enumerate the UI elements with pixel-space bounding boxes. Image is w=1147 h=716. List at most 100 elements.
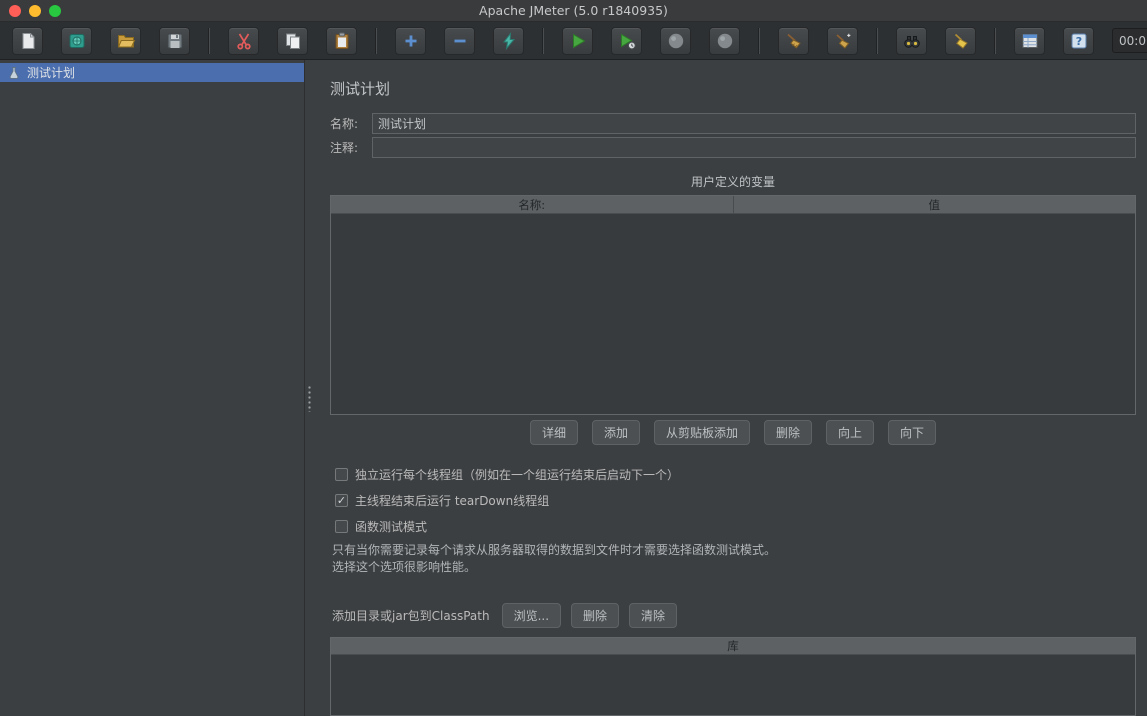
cut-button[interactable] <box>228 26 259 55</box>
test-plan-tree: 测试计划 <box>0 60 305 716</box>
clear-all-broom-icon <box>835 33 850 49</box>
classpath-clear-button[interactable]: 清除 <box>629 603 678 628</box>
zoom-window-button[interactable] <box>49 4 61 17</box>
clear-button[interactable] <box>778 26 809 55</box>
variables-table: 名称: 值 <box>330 195 1136 415</box>
test-plan-icon <box>9 66 19 79</box>
toolbar-separator <box>375 27 377 54</box>
toolbar-group-help: ? <box>1014 26 1094 55</box>
content-area: 测试计划 测试计划 名称: 注释: 用户定义的变量 名称: 值 <box>0 60 1147 716</box>
browse-button[interactable]: 浏览... <box>501 603 562 628</box>
toolbar-group-clear <box>778 26 858 55</box>
traffic-lights <box>9 4 61 17</box>
expand-all-button[interactable] <box>395 26 426 55</box>
collapse-all-button[interactable] <box>444 26 475 55</box>
move-down-button[interactable]: 向下 <box>888 420 937 445</box>
serialize-threadgroups-checkbox[interactable] <box>335 468 348 481</box>
toolbar-group-file <box>12 26 190 55</box>
teardown-on-shutdown-checkbox[interactable] <box>335 494 348 507</box>
stop-icon <box>668 33 683 48</box>
variables-buttons-row: 详细 添加 从剪贴板添加 删除 向上 向下 <box>330 420 1136 445</box>
serialize-threadgroups-label: 独立运行每个线程组（例如在一个组运行结束后启动下一个） <box>355 468 680 482</box>
toolbar-separator <box>876 27 878 54</box>
minimize-window-button[interactable] <box>29 4 41 17</box>
help-button[interactable]: ? <box>1063 26 1094 55</box>
serialize-threadgroups-row: 独立运行每个线程组（例如在一个组运行结束后启动下一个） <box>335 466 1136 483</box>
open-button[interactable] <box>110 26 141 55</box>
toolbar-separator <box>542 27 544 54</box>
paste-button[interactable] <box>326 26 357 55</box>
delete-button[interactable]: 删除 <box>764 420 813 445</box>
start-no-pauses-icon <box>620 33 636 49</box>
toolbar-group-tree <box>395 26 524 55</box>
comment-input[interactable] <box>372 137 1136 158</box>
shutdown-icon <box>717 33 732 48</box>
note-line-1: 只有当你需要记录每个请求从服务器取得的数据到文件时才需要选择函数测试模式。 <box>332 543 777 557</box>
detail-button[interactable]: 详细 <box>529 420 578 445</box>
variables-table-body[interactable] <box>331 214 1135 414</box>
variables-table-header: 名称: 值 <box>331 196 1135 214</box>
search-reset-button[interactable] <box>945 26 976 55</box>
library-column-header[interactable]: 库 <box>331 638 1135 655</box>
column-header-name[interactable]: 名称: <box>331 196 733 213</box>
functional-mode-label: 函数测试模式 <box>355 520 428 534</box>
window-title: Apache JMeter (5.0 r1840935) <box>479 3 668 18</box>
toolbar-separator <box>208 27 210 54</box>
new-file-icon <box>22 32 34 49</box>
shutdown-button[interactable] <box>709 26 740 55</box>
functional-mode-checkbox[interactable] <box>335 520 348 533</box>
toolbar-separator <box>758 27 760 54</box>
stop-button[interactable] <box>660 26 691 55</box>
collapse-minus-icon <box>454 39 465 42</box>
classpath-label: 添加目录或jar包到ClassPath <box>332 609 490 623</box>
save-button[interactable] <box>159 26 190 55</box>
templates-icon <box>69 33 84 48</box>
clear-broom-icon <box>786 33 801 49</box>
expand-plus-icon <box>405 35 416 46</box>
teardown-on-shutdown-row: 主线程结束后运行 tearDown线程组 <box>335 492 1136 509</box>
teardown-on-shutdown-label: 主线程结束后运行 tearDown线程组 <box>355 494 550 508</box>
test-plan-editor: 测试计划 名称: 注释: 用户定义的变量 名称: 值 详细 添加 从剪贴 <box>323 60 1147 716</box>
cut-scissors-icon <box>236 33 251 49</box>
library-table-body[interactable] <box>331 655 1135 715</box>
function-helper-button[interactable] <box>1014 26 1045 55</box>
functional-mode-row: 函数测试模式 <box>335 518 1136 535</box>
tree-item-label: 测试计划 <box>27 66 76 80</box>
comment-row: 注释: <box>330 137 1136 158</box>
start-play-icon <box>572 33 585 48</box>
classpath-row: 添加目录或jar包到ClassPath 浏览... 删除 清除 <box>332 603 1136 628</box>
add-button[interactable]: 添加 <box>591 420 640 445</box>
copy-button[interactable] <box>277 26 308 55</box>
toggle-button[interactable] <box>493 26 524 55</box>
paste-clipboard-icon <box>335 32 348 49</box>
new-button[interactable] <box>12 26 43 55</box>
clear-all-button[interactable] <box>827 26 858 55</box>
open-folder-icon <box>117 34 135 47</box>
move-up-button[interactable]: 向上 <box>826 420 875 445</box>
note-line-2: 选择这个选项很影响性能。 <box>332 560 477 574</box>
toggle-lightning-icon <box>502 31 515 50</box>
close-window-button[interactable] <box>9 4 21 17</box>
start-no-pauses-button[interactable] <box>611 26 642 55</box>
panel-splitter[interactable] <box>305 60 323 716</box>
search-binoculars-icon <box>903 35 920 48</box>
save-icon <box>167 33 182 48</box>
start-button[interactable] <box>562 26 593 55</box>
help-question-icon: ? <box>1071 33 1086 48</box>
name-row: 名称: <box>330 113 1136 134</box>
toolbar-group-search <box>896 26 976 55</box>
name-label: 名称: <box>330 117 359 131</box>
name-input[interactable] <box>372 113 1136 134</box>
function-helper-icon <box>1022 33 1037 48</box>
search-reset-brush-icon <box>954 33 968 49</box>
column-header-value[interactable]: 值 <box>732 196 1136 213</box>
toolbar-group-run <box>562 26 740 55</box>
titlebar: Apache JMeter (5.0 r1840935) <box>0 0 1147 22</box>
variables-title: 用户定义的变量 <box>690 175 775 189</box>
search-button[interactable] <box>896 26 927 55</box>
tree-item-test-plan[interactable]: 测试计划 <box>0 63 304 82</box>
add-from-clipboard-button[interactable]: 从剪贴板添加 <box>653 420 750 445</box>
toolbar: ? 00:0 <box>0 22 1147 60</box>
templates-button[interactable] <box>61 26 92 55</box>
classpath-delete-button[interactable]: 删除 <box>571 603 620 628</box>
